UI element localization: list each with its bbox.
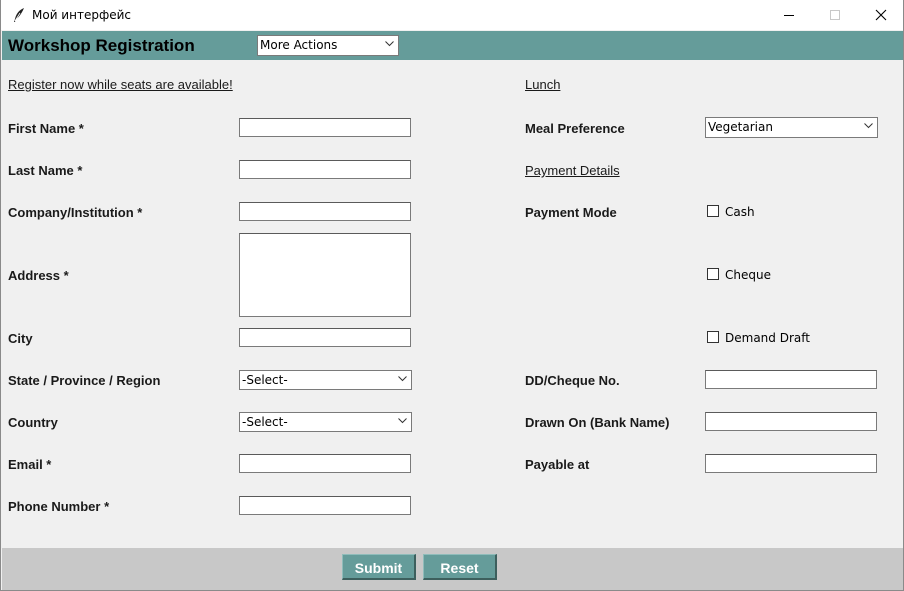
header-bar: Workshop Registration More Actions (2, 31, 903, 60)
cash-label: Cash (725, 205, 755, 219)
close-button[interactable] (858, 0, 903, 30)
more-actions-value: More Actions (260, 38, 338, 52)
drawn-on-label: Drawn On (Bank Name) (525, 415, 670, 430)
reset-button[interactable]: Reset (423, 554, 497, 580)
cash-checkbox[interactable] (707, 205, 719, 217)
country-dropdown[interactable]: -Select- (239, 412, 412, 432)
company-field[interactable] (239, 202, 411, 221)
phone-field[interactable] (239, 496, 411, 515)
maximize-icon (830, 10, 840, 20)
last-name-label: Last Name * (8, 163, 83, 178)
close-icon (875, 9, 887, 21)
meal-preference-dropdown[interactable]: Vegetarian (705, 117, 878, 138)
state-label: State / Province / Region (8, 373, 161, 388)
more-actions-dropdown[interactable]: More Actions (257, 35, 399, 56)
payable-at-label: Payable at (525, 457, 590, 472)
submit-button[interactable]: Submit (342, 554, 416, 580)
country-value: -Select- (242, 415, 288, 429)
meal-preference-value: Vegetarian (708, 120, 773, 134)
phone-label: Phone Number * (8, 499, 110, 514)
address-textarea[interactable] (239, 233, 411, 317)
state-dropdown[interactable]: -Select- (239, 370, 412, 390)
email-label: Email * (8, 457, 52, 472)
footer-bar: Submit Reset (2, 548, 903, 590)
chevron-down-icon (864, 123, 873, 129)
meal-preference-label: Meal Preference (525, 121, 625, 136)
window-title: Мой интерфейс (32, 8, 131, 22)
dd-cheque-field[interactable] (705, 370, 877, 389)
minimize-icon (784, 15, 794, 16)
cheque-checkbox[interactable] (707, 268, 719, 280)
country-label: Country (8, 415, 58, 430)
payable-at-field[interactable] (705, 454, 877, 473)
title-bar: Мой интерфейс (1, 0, 903, 30)
first-name-label: First Name * (8, 121, 84, 136)
company-label: Company/Institution * (8, 205, 143, 220)
dd-cheque-label: DD/Cheque No. (525, 373, 620, 388)
demand-draft-label: Demand Draft (725, 331, 810, 345)
cheque-label: Cheque (725, 268, 771, 282)
maximize-button[interactable] (812, 0, 858, 30)
last-name-field[interactable] (239, 160, 411, 179)
chevron-down-icon (398, 418, 407, 424)
city-label: City (8, 331, 33, 346)
email-field[interactable] (239, 454, 411, 473)
feather-icon (14, 8, 24, 22)
page-title: Workshop Registration (8, 36, 195, 55)
chevron-down-icon (398, 376, 407, 382)
drawn-on-field[interactable] (705, 412, 877, 431)
state-value: -Select- (242, 373, 288, 387)
lunch-link[interactable]: Lunch (525, 77, 560, 92)
payment-details-link[interactable]: Payment Details (525, 163, 620, 178)
city-field[interactable] (239, 328, 411, 347)
chevron-down-icon (385, 41, 394, 47)
register-now-link[interactable]: Register now while seats are available! (8, 77, 233, 92)
address-label: Address * (8, 268, 69, 283)
demand-draft-checkbox[interactable] (707, 331, 719, 343)
app-window: Мой интерфейс Workshop Registration More… (0, 0, 904, 591)
first-name-field[interactable] (239, 118, 411, 137)
minimize-button[interactable] (766, 0, 812, 30)
payment-mode-label: Payment Mode (525, 205, 617, 220)
